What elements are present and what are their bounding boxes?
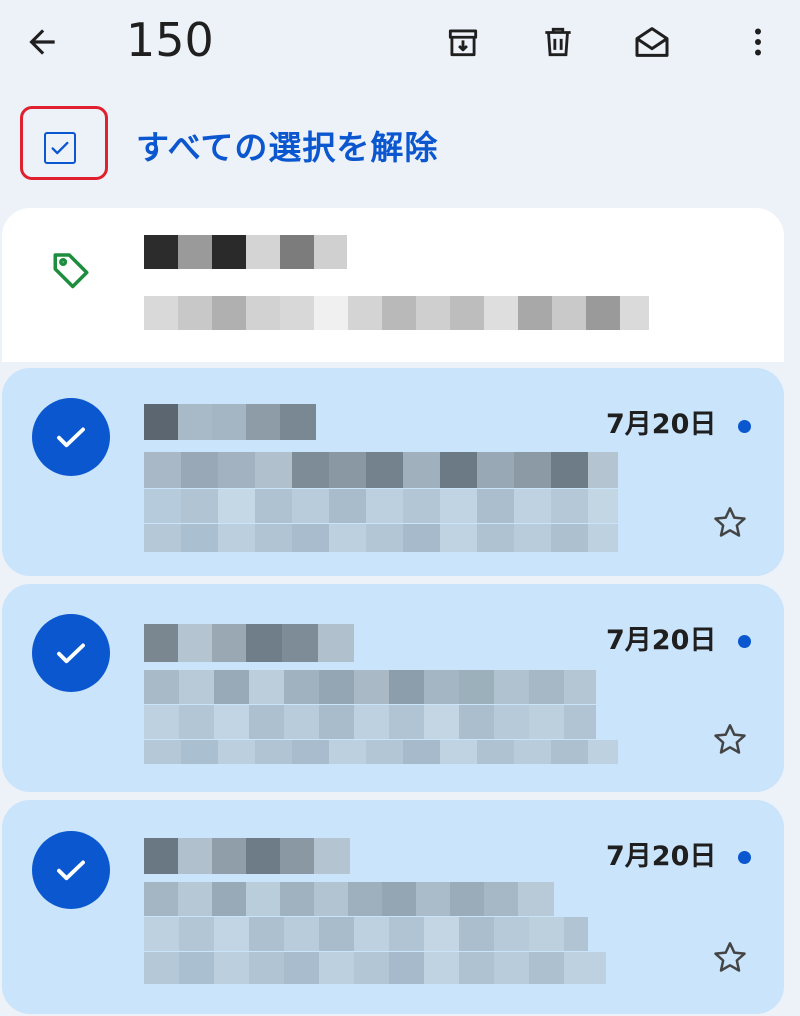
redacted-sender xyxy=(144,235,347,269)
star-icon[interactable] xyxy=(710,720,750,760)
redacted-preview xyxy=(144,882,554,916)
deselect-all-button[interactable]: すべての選択を解除 xyxy=(136,126,438,170)
redacted-preview xyxy=(144,705,596,739)
select-all-row: すべての選択を解除 xyxy=(0,100,800,190)
unread-indicator xyxy=(738,420,751,433)
email-date: 7月20日 xyxy=(606,409,717,440)
redacted-sender xyxy=(144,404,316,440)
selected-avatar[interactable] xyxy=(32,398,110,476)
redacted-preview xyxy=(144,670,596,704)
redacted-preview xyxy=(144,452,618,488)
more-vert-icon[interactable] xyxy=(738,22,778,62)
selected-count: 150 xyxy=(126,13,214,67)
unread-indicator xyxy=(738,851,751,864)
unread-indicator xyxy=(738,635,751,648)
redacted-preview xyxy=(144,952,606,984)
redacted-preview xyxy=(144,524,618,552)
check-icon xyxy=(57,860,85,881)
promotions-row[interactable] xyxy=(2,208,784,362)
redacted-preview xyxy=(144,917,588,951)
tag-icon xyxy=(50,248,92,294)
selected-avatar[interactable] xyxy=(32,614,110,692)
selection-toolbar: 150 xyxy=(0,0,800,86)
redacted-preview xyxy=(144,740,618,764)
select-all-checkbox[interactable] xyxy=(44,132,76,164)
selected-avatar[interactable] xyxy=(32,831,110,909)
email-date: 7月20日 xyxy=(606,841,717,872)
redacted-preview xyxy=(144,296,649,330)
check-icon xyxy=(57,643,85,664)
redacted-sender xyxy=(144,838,350,874)
checkmark-icon xyxy=(51,141,69,155)
delete-icon[interactable] xyxy=(538,22,578,62)
star-icon[interactable] xyxy=(710,938,750,978)
email-date: 7月20日 xyxy=(606,625,717,656)
check-icon xyxy=(57,427,85,448)
back-arrow-icon[interactable] xyxy=(22,22,62,62)
redacted-sender xyxy=(144,624,354,662)
star-icon[interactable] xyxy=(710,503,750,543)
archive-icon[interactable] xyxy=(443,22,483,62)
mark-unread-icon[interactable] xyxy=(632,22,672,62)
redacted-preview xyxy=(144,489,618,523)
